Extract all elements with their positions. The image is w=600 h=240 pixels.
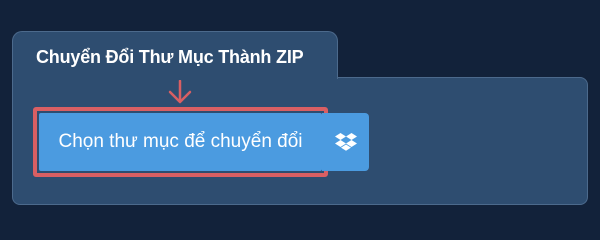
dropbox-icon (334, 133, 357, 151)
converter-tab: Chuyển Đổi Thư Mục Thành ZIP (12, 31, 338, 79)
choose-folder-button[interactable]: Chọn thư mục để chuyển đổi (39, 113, 322, 171)
down-arrow-icon (168, 80, 192, 104)
dropbox-button[interactable] (322, 113, 369, 171)
folder-to-zip-widget: Chuyển Đổi Thư Mục Thành ZIP Chọn thư mụ… (0, 0, 600, 230)
tab-title: Chuyển Đổi Thư Mục Thành ZIP (36, 47, 304, 67)
